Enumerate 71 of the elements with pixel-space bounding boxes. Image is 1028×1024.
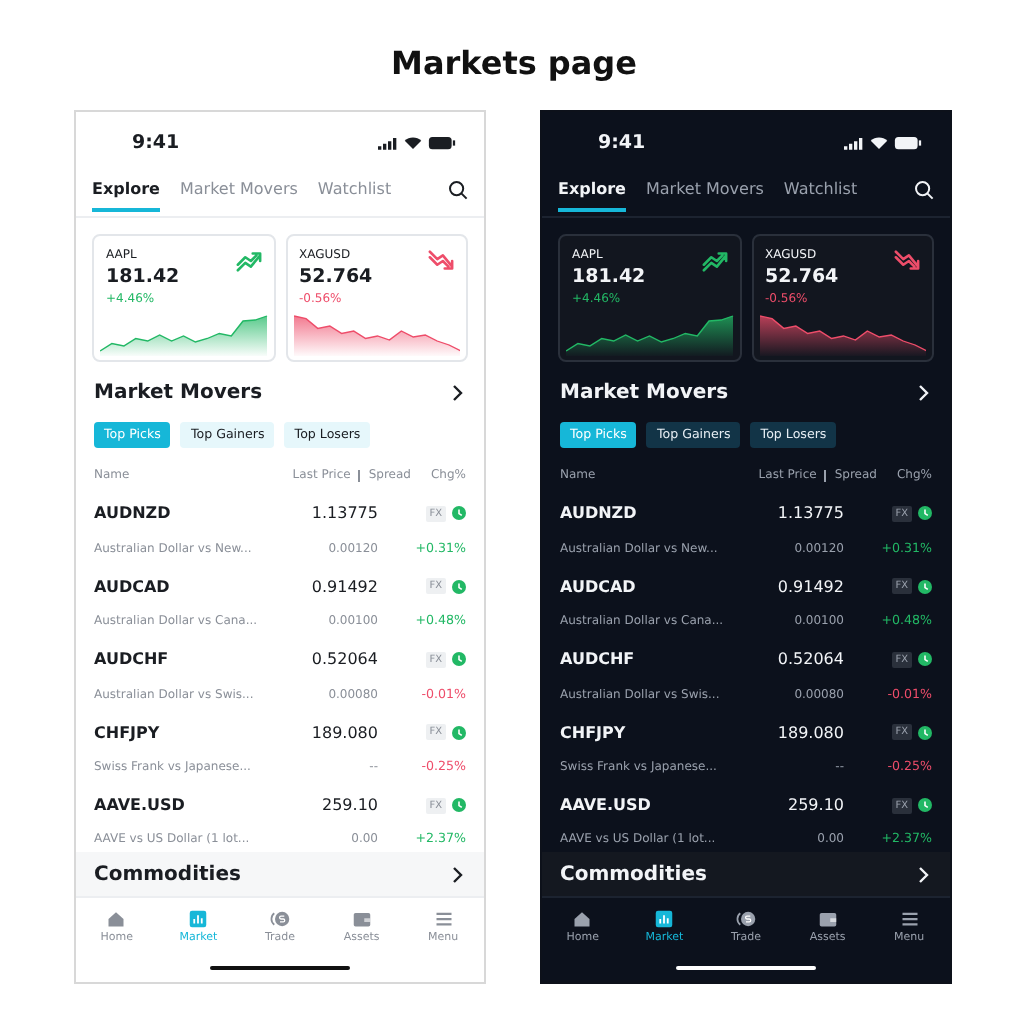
status-time: 9:41 [132, 131, 180, 154]
wallet-icon [351, 909, 372, 928]
coin-icon [735, 909, 756, 928]
last-price: 0.52064 [777, 650, 844, 669]
section-title: Market Movers [560, 382, 729, 405]
chevron-icon[interactable] [450, 865, 464, 884]
card-price: 52.764 [763, 265, 841, 288]
clock-icon [452, 798, 466, 813]
instrument-symbol[interactable]: AUDCHF [94, 650, 304, 669]
clock-icon [452, 506, 466, 521]
trend-arrow-icon [894, 247, 920, 274]
clock-icon [918, 579, 932, 594]
home-icon [572, 909, 593, 928]
instrument-symbol[interactable]: AAVE.USD [94, 796, 314, 815]
coin-icon [269, 909, 290, 928]
last-price: 189.080 [777, 723, 844, 742]
search-icon[interactable] [914, 180, 934, 201]
last-price: 1.13775 [311, 504, 378, 523]
instrument-symbol[interactable]: AUDNZD [94, 504, 304, 523]
chart-icon [188, 909, 209, 928]
last-price: 0.91492 [311, 577, 378, 596]
trend-arrow-icon [235, 247, 261, 274]
page-title: Markets page [391, 44, 637, 84]
last-price: 1.13775 [777, 504, 844, 523]
wifi-icon [404, 135, 422, 150]
clock-icon [452, 725, 466, 740]
wifi-icon [870, 135, 888, 150]
status-time: 9:41 [598, 131, 646, 154]
instrument-symbol[interactable]: AAVE.USD [560, 796, 780, 815]
home-icon [106, 909, 127, 928]
last-price: 189.080 [311, 723, 378, 742]
chevron-icon[interactable] [450, 384, 464, 403]
wallet-icon [817, 909, 838, 928]
tab[interactable]: Explore [558, 168, 626, 213]
last-price: 0.52064 [311, 650, 378, 669]
clock-icon [452, 579, 466, 594]
clock-icon [918, 798, 932, 813]
last-price: 259.10 [788, 796, 844, 815]
clock-icon [918, 506, 932, 521]
instrument-symbol[interactable]: AUDNZD [560, 504, 770, 523]
last-price: 0.91492 [777, 577, 844, 596]
instrument-symbol[interactable]: AUDCHF [560, 650, 770, 669]
section-title: Market Movers [94, 382, 263, 405]
home-indicator [210, 965, 350, 971]
card-price: 181.42 [570, 265, 648, 288]
battery-icon [894, 135, 922, 150]
tab[interactable]: Market Movers [645, 168, 764, 213]
clock-icon [918, 652, 932, 667]
trend-arrow-icon [701, 247, 727, 274]
card-price: 181.42 [104, 265, 182, 288]
instrument-symbol[interactable]: AUDCAD [560, 577, 770, 596]
search-icon[interactable] [448, 180, 468, 201]
tab[interactable]: Watchlist [783, 168, 858, 213]
signal-icon [378, 135, 398, 150]
battery-icon [428, 135, 456, 150]
trend-arrow-icon [428, 247, 454, 274]
home-indicator [676, 965, 816, 971]
chart-icon [654, 909, 675, 928]
clock-icon [452, 652, 466, 667]
instrument-symbol[interactable]: CHFJPY [560, 723, 770, 742]
signal-icon [844, 135, 864, 150]
menu-icon [899, 909, 920, 928]
instrument-symbol[interactable]: AUDCAD [94, 577, 304, 596]
tab[interactable]: Explore [92, 168, 160, 213]
card-price: 52.764 [297, 265, 375, 288]
last-price: 259.10 [322, 796, 378, 815]
menu-icon [433, 909, 454, 928]
instrument-symbol[interactable]: CHFJPY [94, 723, 304, 742]
clock-icon [918, 725, 932, 740]
section-title: Commodities [94, 863, 241, 886]
section-title: Commodities [560, 863, 707, 886]
